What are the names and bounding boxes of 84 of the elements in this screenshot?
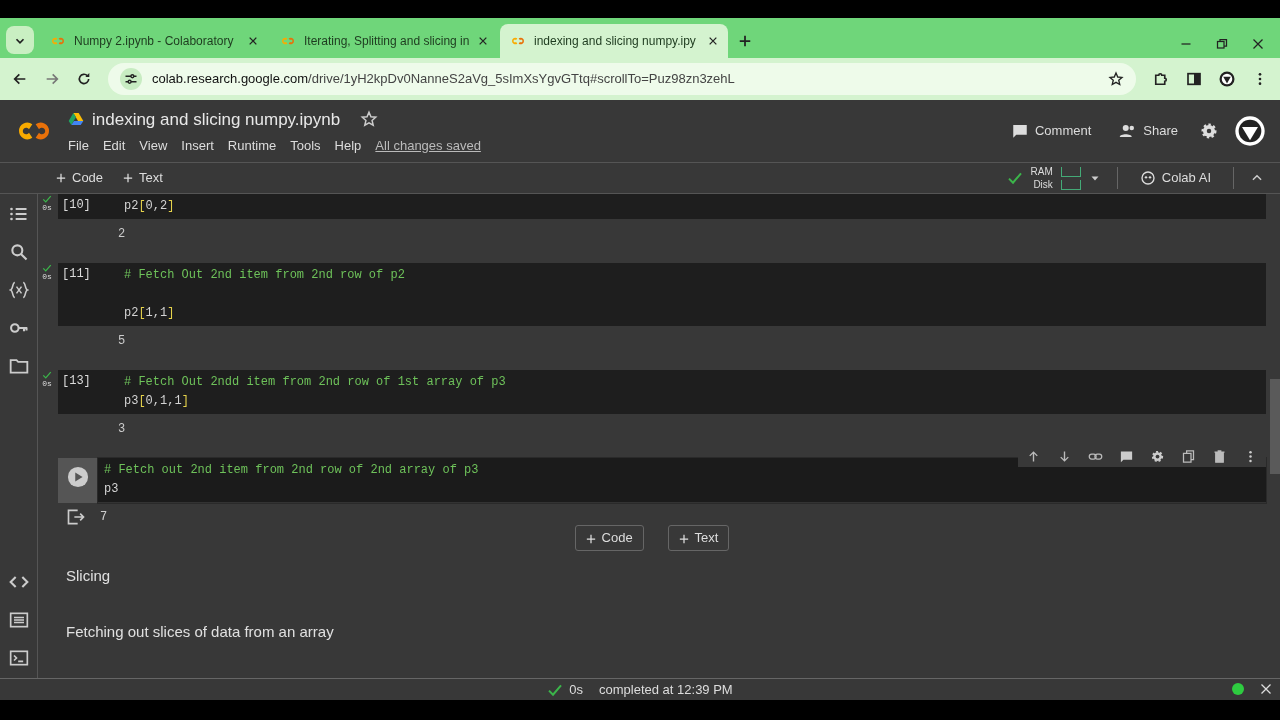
sparkle-face-icon bbox=[1139, 170, 1156, 186]
address-bar[interactable]: colab.research.google.com/drive/1yH2kpDv0NanneS2aVg_5sImXsYgvGTtq#scrollTo=Puz98zn3zehL bbox=[108, 63, 1136, 95]
run-cell-icon[interactable] bbox=[67, 466, 89, 488]
cell-output: 3 bbox=[118, 421, 126, 438]
menu-item[interactable]: Insert bbox=[181, 136, 214, 156]
menu-item[interactable]: Help bbox=[334, 136, 362, 156]
site-info-icon[interactable] bbox=[120, 68, 142, 90]
plus-icon bbox=[585, 533, 596, 544]
add-text-button[interactable]: Text bbox=[667, 525, 730, 551]
cell-output: 2 bbox=[118, 226, 126, 243]
execution-time: 0s bbox=[569, 680, 583, 699]
menu-item[interactable]: Tools bbox=[290, 136, 321, 156]
execution-status: 0s bbox=[40, 370, 54, 388]
profile-avatar-icon[interactable] bbox=[1234, 115, 1266, 147]
scrollbar[interactable] bbox=[1270, 379, 1280, 474]
execution-count: [11] bbox=[58, 263, 118, 326]
add-text-button[interactable]: Text bbox=[117, 168, 169, 188]
variables-icon[interactable] bbox=[8, 280, 29, 300]
plus-icon bbox=[123, 173, 134, 183]
delete-icon[interactable] bbox=[1212, 448, 1227, 464]
add-code-button[interactable]: Code bbox=[574, 525, 644, 551]
restore-icon[interactable] bbox=[1216, 38, 1228, 50]
settings-icon[interactable] bbox=[1200, 122, 1218, 140]
close-icon[interactable] bbox=[1252, 38, 1264, 50]
code-line: p2[0,2] bbox=[124, 198, 176, 215]
code-line: p3[0,1,1] bbox=[124, 393, 190, 410]
tab-list-button[interactable] bbox=[6, 26, 34, 54]
plus-icon bbox=[56, 173, 66, 183]
check-icon bbox=[42, 263, 52, 273]
terminal-icon[interactable] bbox=[8, 648, 29, 668]
code-line: p2[1,1] bbox=[124, 305, 176, 322]
browser-tab[interactable]: Numpy 2.ipynb - Colaboratory bbox=[40, 24, 268, 58]
back-icon[interactable] bbox=[12, 71, 28, 87]
move-up-icon[interactable] bbox=[1026, 448, 1041, 464]
folder-icon[interactable] bbox=[8, 356, 29, 376]
close-icon[interactable] bbox=[708, 36, 718, 46]
resource-meter[interactable]: RAM Disk bbox=[1030, 165, 1081, 191]
close-icon[interactable] bbox=[478, 36, 488, 46]
execution-status: 0s bbox=[40, 263, 54, 281]
browser-tab[interactable]: Iterating, Splitting and slicing in bbox=[270, 24, 498, 58]
code-editor[interactable]: # Fetch out 2nd item from 2nd row of 2nd array of p3 p3 bbox=[98, 458, 1266, 503]
star-icon[interactable] bbox=[360, 110, 379, 129]
comment-button[interactable]: Comment bbox=[1004, 121, 1098, 141]
menu-item[interactable]: Runtime bbox=[227, 136, 277, 156]
execution-count: [10] bbox=[58, 194, 118, 219]
reload-icon[interactable] bbox=[76, 71, 92, 87]
code-line: p3 bbox=[104, 481, 120, 498]
menu-item[interactable]: Edit bbox=[102, 136, 126, 156]
notebook-title[interactable]: indexing and slicing numpy.ipynb bbox=[92, 106, 341, 132]
profile-avatar-icon[interactable] bbox=[1218, 70, 1236, 88]
code-comment: # Fetch out 2nd item from 2nd row of 2nd array of p3 bbox=[104, 462, 480, 479]
colab-ai-button[interactable]: Colab AI bbox=[1133, 168, 1217, 188]
comment-icon bbox=[1010, 122, 1029, 140]
check-icon bbox=[1006, 170, 1023, 186]
side-panel-icon[interactable] bbox=[1186, 71, 1202, 87]
execution-status: 0s bbox=[40, 194, 54, 212]
menu-item[interactable]: View bbox=[139, 136, 168, 156]
cell-output: 5 bbox=[118, 333, 126, 350]
text-cell-text: Fetching out slices of data from an array bbox=[66, 622, 335, 642]
execution-count: [13] bbox=[58, 370, 118, 414]
settings-icon[interactable] bbox=[1150, 448, 1165, 464]
code-comment: # Fetch Out 2ndd item from 2nd row of 1st array of p3 bbox=[124, 374, 507, 391]
save-status-link[interactable]: All changes saved bbox=[375, 136, 481, 156]
code-comment: # Fetch Out 2nd item from 2nd row of p2 bbox=[124, 267, 406, 284]
share-button[interactable]: Share bbox=[1113, 121, 1184, 141]
search-icon[interactable] bbox=[8, 242, 29, 262]
browser-tab[interactable]: indexing and slicing numpy.ipy bbox=[500, 24, 728, 58]
command-palette-icon[interactable] bbox=[8, 610, 29, 630]
text-cell-text: Slicing bbox=[66, 565, 112, 586]
close-icon[interactable] bbox=[248, 36, 258, 46]
status-message: completed at 12:39 PM bbox=[599, 680, 733, 699]
output-icon[interactable] bbox=[66, 507, 86, 527]
check-icon bbox=[42, 194, 52, 204]
plus-icon bbox=[678, 533, 689, 544]
bookmark-star-icon[interactable] bbox=[1108, 71, 1124, 87]
menu-item[interactable]: File bbox=[68, 136, 89, 156]
check-icon bbox=[42, 370, 52, 380]
cell-output: 7 bbox=[100, 509, 108, 526]
copy-icon[interactable] bbox=[1181, 448, 1196, 464]
new-tab-icon[interactable] bbox=[738, 34, 752, 48]
forward-icon[interactable] bbox=[44, 71, 60, 87]
puzzle-icon[interactable] bbox=[1152, 70, 1170, 88]
drive-icon bbox=[68, 111, 84, 128]
add-code-button[interactable]: Code bbox=[50, 168, 110, 188]
